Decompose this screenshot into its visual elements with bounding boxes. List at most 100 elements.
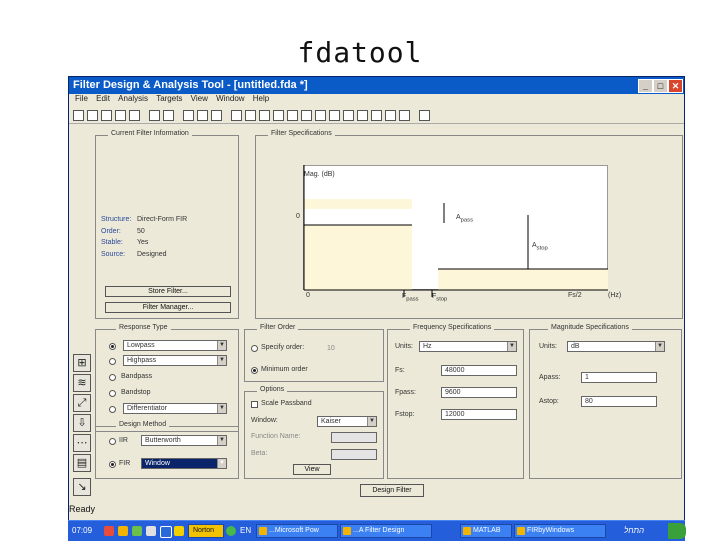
taskbar-item-matlab[interactable]: MATLAB — [460, 524, 512, 538]
menu-window[interactable]: Window — [216, 94, 244, 103]
tray-icon-4[interactable] — [146, 526, 156, 536]
zoom-out-icon[interactable] — [163, 110, 174, 121]
store-filter-button[interactable]: Store Filter... — [105, 286, 231, 297]
start-button-icon[interactable] — [668, 523, 686, 539]
differentiator-radio[interactable] — [109, 406, 116, 413]
zoom-y-icon[interactable] — [211, 110, 222, 121]
highpass-radio[interactable] — [109, 358, 116, 365]
fstop-label: Fstop: — [395, 411, 415, 418]
language-indicator[interactable]: EN — [240, 524, 251, 538]
group-delay-icon[interactable] — [287, 110, 298, 121]
filter-spec-diagram — [303, 165, 608, 297]
whats-this-icon[interactable] — [419, 110, 430, 121]
chevron-down-icon: ▼ — [367, 417, 376, 426]
menu-view[interactable]: View — [191, 94, 208, 103]
window-select[interactable]: Kaiser ▼ — [317, 416, 377, 427]
taskbar-item-firbywindows[interactable]: FIRbyWindows — [514, 524, 606, 538]
filter-manager-button[interactable]: Filter Manager... — [105, 302, 231, 313]
tray-icon-2[interactable] — [118, 526, 128, 536]
menu-targets[interactable]: Targets — [156, 94, 182, 103]
apass-input[interactable]: 1 — [581, 372, 657, 383]
fullview-icon[interactable] — [183, 110, 194, 121]
freq-units-label: Units: — [395, 343, 413, 350]
fs-input[interactable]: 48000 — [441, 365, 517, 376]
save-icon[interactable] — [101, 110, 112, 121]
new-icon[interactable] — [73, 110, 84, 121]
minimize-button[interactable]: _ — [638, 79, 653, 93]
import-filter-icon[interactable]: ⇩ — [73, 414, 91, 432]
minimum-order-radio[interactable] — [251, 367, 258, 374]
zoom-in-icon[interactable] — [149, 110, 160, 121]
mag-units-select[interactable]: dB ▼ — [567, 341, 665, 352]
magnitude-specs-title: Magnitude Specifications — [548, 324, 632, 331]
transform-icon[interactable]: ⤢ — [73, 394, 91, 412]
beta-input[interactable] — [331, 449, 377, 460]
bandpass-radio[interactable] — [109, 374, 116, 381]
freq-units-value: Hz — [423, 343, 432, 350]
magnitude-response-icon[interactable] — [245, 110, 256, 121]
specify-order-value[interactable]: 10 — [327, 345, 335, 352]
pole-zero-icon[interactable] — [343, 110, 354, 121]
lowpass-select[interactable]: Lowpass ▼ — [123, 340, 227, 351]
tray-icon-3[interactable] — [132, 526, 142, 536]
design-filter-button[interactable]: Design Filter — [360, 484, 424, 497]
highpass-select[interactable]: Highpass ▼ — [123, 355, 227, 366]
function-name-input[interactable] — [331, 432, 377, 443]
maximize-button[interactable]: □ — [653, 79, 668, 93]
bandpass-label: Bandpass — [121, 373, 153, 380]
filter-specs-icon[interactable] — [231, 110, 242, 121]
freq-units-select[interactable]: Hz ▼ — [419, 341, 517, 352]
open-icon[interactable] — [87, 110, 98, 121]
iir-method-select[interactable]: Butterworth ▼ — [141, 435, 227, 446]
info-icon[interactable] — [371, 110, 382, 121]
iir-radio[interactable] — [109, 438, 116, 445]
minimum-order-label: Minimum order — [261, 366, 308, 373]
norton-icon[interactable]: Norton — [188, 524, 224, 538]
realize-model-icon[interactable]: ▤ — [73, 454, 91, 472]
differentiator-select[interactable]: Differentiator ▼ — [123, 403, 227, 414]
scale-passband-checkbox[interactable] — [251, 401, 258, 408]
design-filter-mode-icon[interactable]: ⊞ — [73, 354, 91, 372]
lowpass-radio[interactable] — [109, 343, 116, 350]
phase-delay-icon[interactable] — [301, 110, 312, 121]
quantization-icon[interactable]: ≋ — [73, 374, 91, 392]
zoom-x-icon[interactable] — [197, 110, 208, 121]
tray-icon-1[interactable] — [104, 526, 114, 536]
close-button[interactable]: ✕ — [668, 79, 683, 93]
fir-radio[interactable] — [109, 461, 116, 468]
fpass-input[interactable]: 9600 — [441, 387, 517, 398]
multirate-icon[interactable]: ⋯ — [73, 434, 91, 452]
taskbar-item-fdatool[interactable]: ...A Filter Design — [340, 524, 432, 538]
lowpass-label: Lowpass — [127, 342, 155, 349]
tray-icon-6[interactable] — [174, 526, 184, 536]
impulse-response-icon[interactable] — [315, 110, 326, 121]
menu-edit[interactable]: Edit — [96, 94, 110, 103]
menu-help[interactable]: Help — [253, 94, 269, 103]
taskbar-item-matlab-label: MATLAB — [473, 527, 501, 534]
specify-order-radio[interactable] — [251, 345, 258, 352]
astop-input[interactable]: 80 — [581, 396, 657, 407]
print-icon[interactable] — [115, 110, 126, 121]
title-bar[interactable]: Filter Design & Analysis Tool - [untitle… — [69, 77, 684, 94]
bandstop-radio[interactable] — [109, 390, 116, 397]
pole-zero-editor-icon[interactable]: ↘ — [73, 478, 91, 496]
menu-file[interactable]: File — [75, 94, 88, 103]
view-button[interactable]: View — [293, 464, 331, 475]
fstop-sub: stop — [436, 296, 448, 303]
fstop-input[interactable]: 12000 — [441, 409, 517, 420]
round-off-icon[interactable] — [385, 110, 396, 121]
print-preview-icon[interactable] — [129, 110, 140, 121]
mag-phase-icon[interactable] — [273, 110, 284, 121]
fir-method-select[interactable]: Window ▼ — [141, 458, 227, 469]
legend-icon[interactable] — [399, 110, 410, 121]
coefficients-icon[interactable] — [357, 110, 368, 121]
chevron-down-icon: ▼ — [217, 436, 226, 445]
step-response-icon[interactable] — [329, 110, 340, 121]
taskbar-item-powerpoint[interactable]: ...Microsoft Pow — [256, 524, 338, 538]
tray-icon-5[interactable] — [160, 526, 172, 538]
norton-check-icon[interactable] — [226, 526, 236, 536]
start-label[interactable]: התחל — [624, 524, 644, 538]
phase-response-icon[interactable] — [259, 110, 270, 121]
menu-analysis[interactable]: Analysis — [118, 94, 148, 103]
fdatool-window: Filter Design & Analysis Tool - [untitle… — [68, 76, 685, 539]
